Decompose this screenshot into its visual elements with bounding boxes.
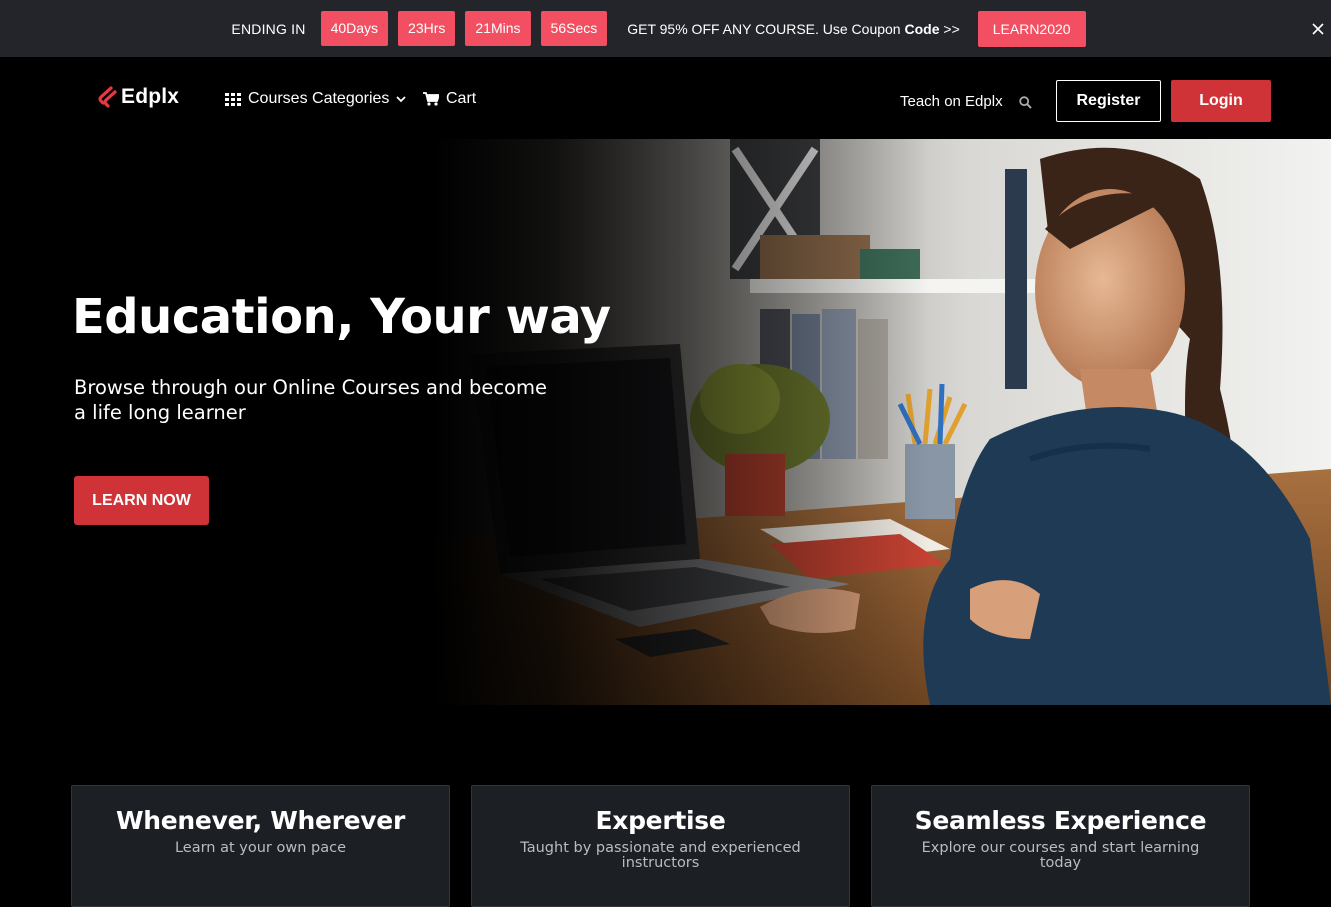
brand-name: Edplx bbox=[121, 85, 180, 108]
promo-bar: ENDING IN 40Days 23Hrs 21Mins 56Secs GET… bbox=[0, 0, 1331, 57]
offer-arrows: >> bbox=[939, 20, 960, 37]
grid-icon bbox=[225, 92, 241, 106]
chevron-down-icon bbox=[396, 95, 407, 102]
main-navbar: Edplx Courses Categories Cart Teach on E… bbox=[0, 57, 1331, 139]
offer-text: GET 95% OFF ANY COURSE. Use Coupon bbox=[627, 20, 905, 37]
cart-link[interactable]: Cart bbox=[423, 90, 476, 108]
coupon-code-button[interactable]: LEARN2020 bbox=[977, 10, 1086, 47]
features-section: Whenever, Wherever Learn at your own pac… bbox=[0, 705, 1331, 907]
cart-icon bbox=[423, 92, 439, 106]
hero-title: Education, Your way bbox=[72, 289, 611, 345]
promo-ending-label: ENDING IN bbox=[231, 20, 306, 37]
timer-minutes: 21Mins bbox=[465, 11, 531, 46]
edplx-logo-icon bbox=[98, 86, 117, 108]
feature-card-whenever: Whenever, Wherever Learn at your own pac… bbox=[71, 785, 450, 907]
feature-card-expertise: Expertise Taught by passionate and exper… bbox=[471, 785, 850, 907]
teach-link[interactable]: Teach on Edplx bbox=[900, 93, 1003, 110]
timer-hours: 23Hrs bbox=[398, 11, 456, 46]
close-icon[interactable] bbox=[1312, 23, 1324, 35]
hero-subtitle: Browse through our Online Courses and be… bbox=[74, 376, 547, 424]
feature-text: Taught by passionate and experienced ins… bbox=[520, 840, 801, 871]
feature-title: Seamless Experience bbox=[914, 806, 1207, 835]
timer-seconds: 56Secs bbox=[540, 11, 608, 46]
feature-title: Expertise bbox=[595, 806, 726, 835]
feature-text: Learn at your own pace bbox=[174, 840, 347, 856]
timer-days: 40Days bbox=[320, 11, 389, 46]
feature-title: Whenever, Wherever bbox=[116, 806, 405, 835]
learn-now-button[interactable]: LEARN NOW bbox=[74, 476, 209, 525]
search-icon[interactable] bbox=[1019, 96, 1032, 109]
courses-categories-label: Courses Categories bbox=[248, 90, 390, 107]
feature-card-seamless: Seamless Experience Explore our courses … bbox=[871, 785, 1250, 907]
register-button[interactable]: Register bbox=[1056, 80, 1161, 122]
offer-code-bold: Code bbox=[904, 20, 940, 37]
feature-text: Explore our courses and start learning t… bbox=[921, 840, 1200, 871]
hero-section: Education, Your way Browse through our O… bbox=[0, 139, 1331, 705]
promo-offer-text: GET 95% OFF ANY COURSE. Use Coupon Code … bbox=[627, 21, 960, 37]
cart-label: Cart bbox=[446, 90, 477, 107]
brand-logo[interactable]: Edplx bbox=[98, 85, 179, 109]
courses-categories-menu[interactable]: Courses Categories bbox=[225, 90, 407, 108]
login-button[interactable]: Login bbox=[1171, 80, 1271, 122]
